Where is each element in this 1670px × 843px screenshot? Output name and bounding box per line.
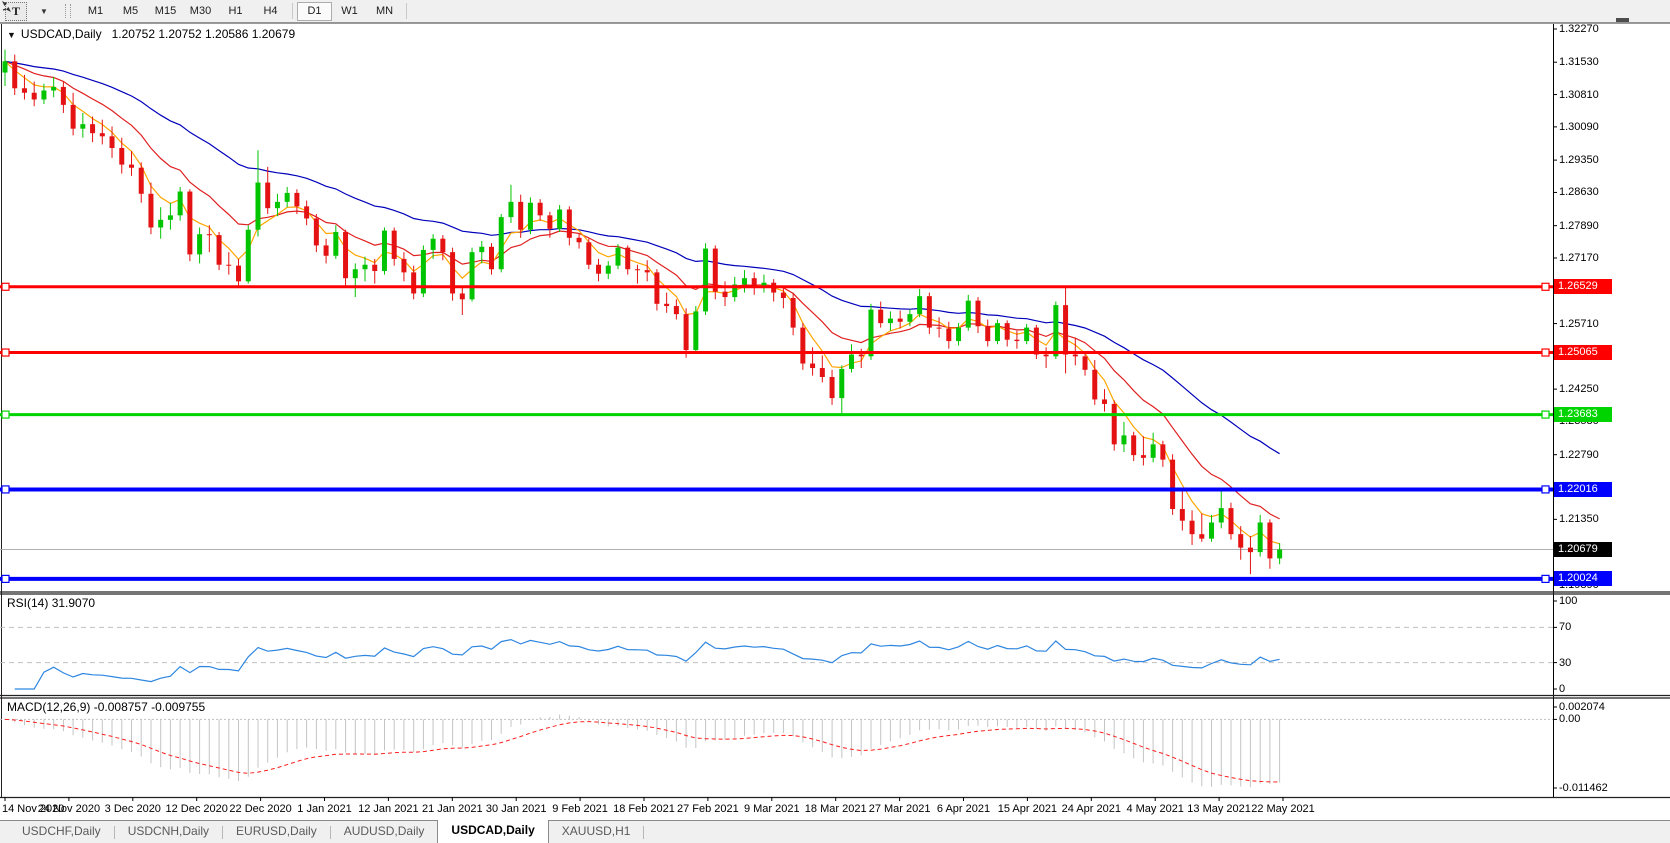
hline-price-tag: 1.25065 [1554,345,1612,361]
tab-usdcad-active[interactable]: USDCAD,Daily [437,820,549,843]
symbol-tabbar: USDCHF,Daily USDCNH,Daily EURUSD,Daily A… [0,820,1670,843]
price-tick-label: 1.25710 [1559,317,1599,330]
symbol-label: USDCAD,Daily [20,27,102,41]
date-label: 30 Jan 2021 [485,803,547,815]
macd-tick-label: 0.00 [1559,713,1581,726]
date-label: 27 Feb 2021 [677,803,739,815]
date-label: 4 May 2021 [1126,803,1184,815]
tab-eurusd[interactable]: EURUSD,Daily [223,821,330,843]
date-label: 24 Nov 2020 [37,803,101,815]
price-tick-label: 1.22790 [1559,448,1599,461]
chart-canvas [0,23,1670,801]
date-label: 6 Apr 2021 [936,803,991,815]
price-tick-label: 1.30810 [1559,88,1599,101]
price-tick-label: 1.30090 [1559,120,1599,133]
rsi-tick-label: 0 [1559,683,1566,695]
date-label: 12 Dec 2020 [165,803,228,815]
price-tick-label: 1.27890 [1559,219,1599,232]
tab-usdcnh[interactable]: USDCNH,Daily [115,821,222,843]
date-label: 24 Apr 2021 [1061,803,1121,815]
date-label: 12 Jan 2021 [358,803,419,815]
price-tick-label: 1.31530 [1559,56,1599,69]
date-label: 18 Feb 2021 [613,803,675,815]
tab-separator [643,825,645,839]
date-label: 1 Jan 2021 [297,803,352,815]
tab-xauusd[interactable]: XAUUSD,H1 [549,821,644,843]
macd-tick-label: -0.011462 [1559,781,1608,794]
date-label: 15 Apr 2021 [997,803,1058,815]
chart-title: ▼ USDCAD,Daily 1.20752 1.20752 1.20586 1.2… [7,27,295,41]
date-label: 22 Dec 2020 [229,803,292,815]
collapse-chart-icon[interactable]: ▼ [7,30,16,40]
hline-price-tag: 1.26529 [1554,279,1612,295]
ohlc-values: 1.20752 1.20752 1.20586 1.20679 [111,27,296,41]
price-tick-label: 1.28630 [1559,186,1599,199]
hline-price-tag: 1.23683 [1554,407,1612,423]
date-label: 9 Feb 2021 [552,803,608,815]
date-label: 22 May 2021 [1251,803,1315,815]
current-price-tag: 1.20679 [1554,541,1612,557]
price-tick-label: 1.29350 [1559,154,1599,167]
price-tick-label: 1.21350 [1559,513,1599,526]
macd-values: -0.008757 -0.009755 [93,700,206,714]
chart-scrollbar-thumb[interactable] [1616,18,1629,22]
macd-label: MACD(12,26,9) -0.008757 -0.009755 [7,700,206,714]
trading-terminal: T ▼ M1 M5 M15 M30 H1 H4 D1 W1 MN ▼ USDCA… [0,0,1670,843]
rsi-tick-label: 30 [1559,656,1572,669]
price-tick-label: 1.32270 [1559,22,1599,35]
date-label: 13 May 2021 [1187,803,1251,815]
price-tick-label: 1.27170 [1559,251,1599,264]
rsi-label: RSI(14) 31.9070 [7,596,96,610]
date-label: 18 Mar 2021 [804,803,867,815]
tab-audusd[interactable]: AUDUSD,Daily [331,821,438,843]
rsi-tick-label: 70 [1559,621,1572,634]
date-label: 3 Dec 2020 [104,803,161,815]
date-label: 21 Jan 2021 [422,803,483,815]
date-label: 27 Mar 2021 [868,803,931,815]
rsi-value: 31.9070 [51,596,96,610]
price-tick-label: 1.24250 [1559,383,1599,396]
rsi-tick-label: 100 [1559,595,1578,607]
date-label: 9 Mar 2021 [743,803,800,815]
hline-price-tag: 1.20024 [1554,571,1612,587]
tab-usdchf[interactable]: USDCHF,Daily [9,821,114,843]
hline-price-tag: 1.22016 [1554,481,1612,497]
